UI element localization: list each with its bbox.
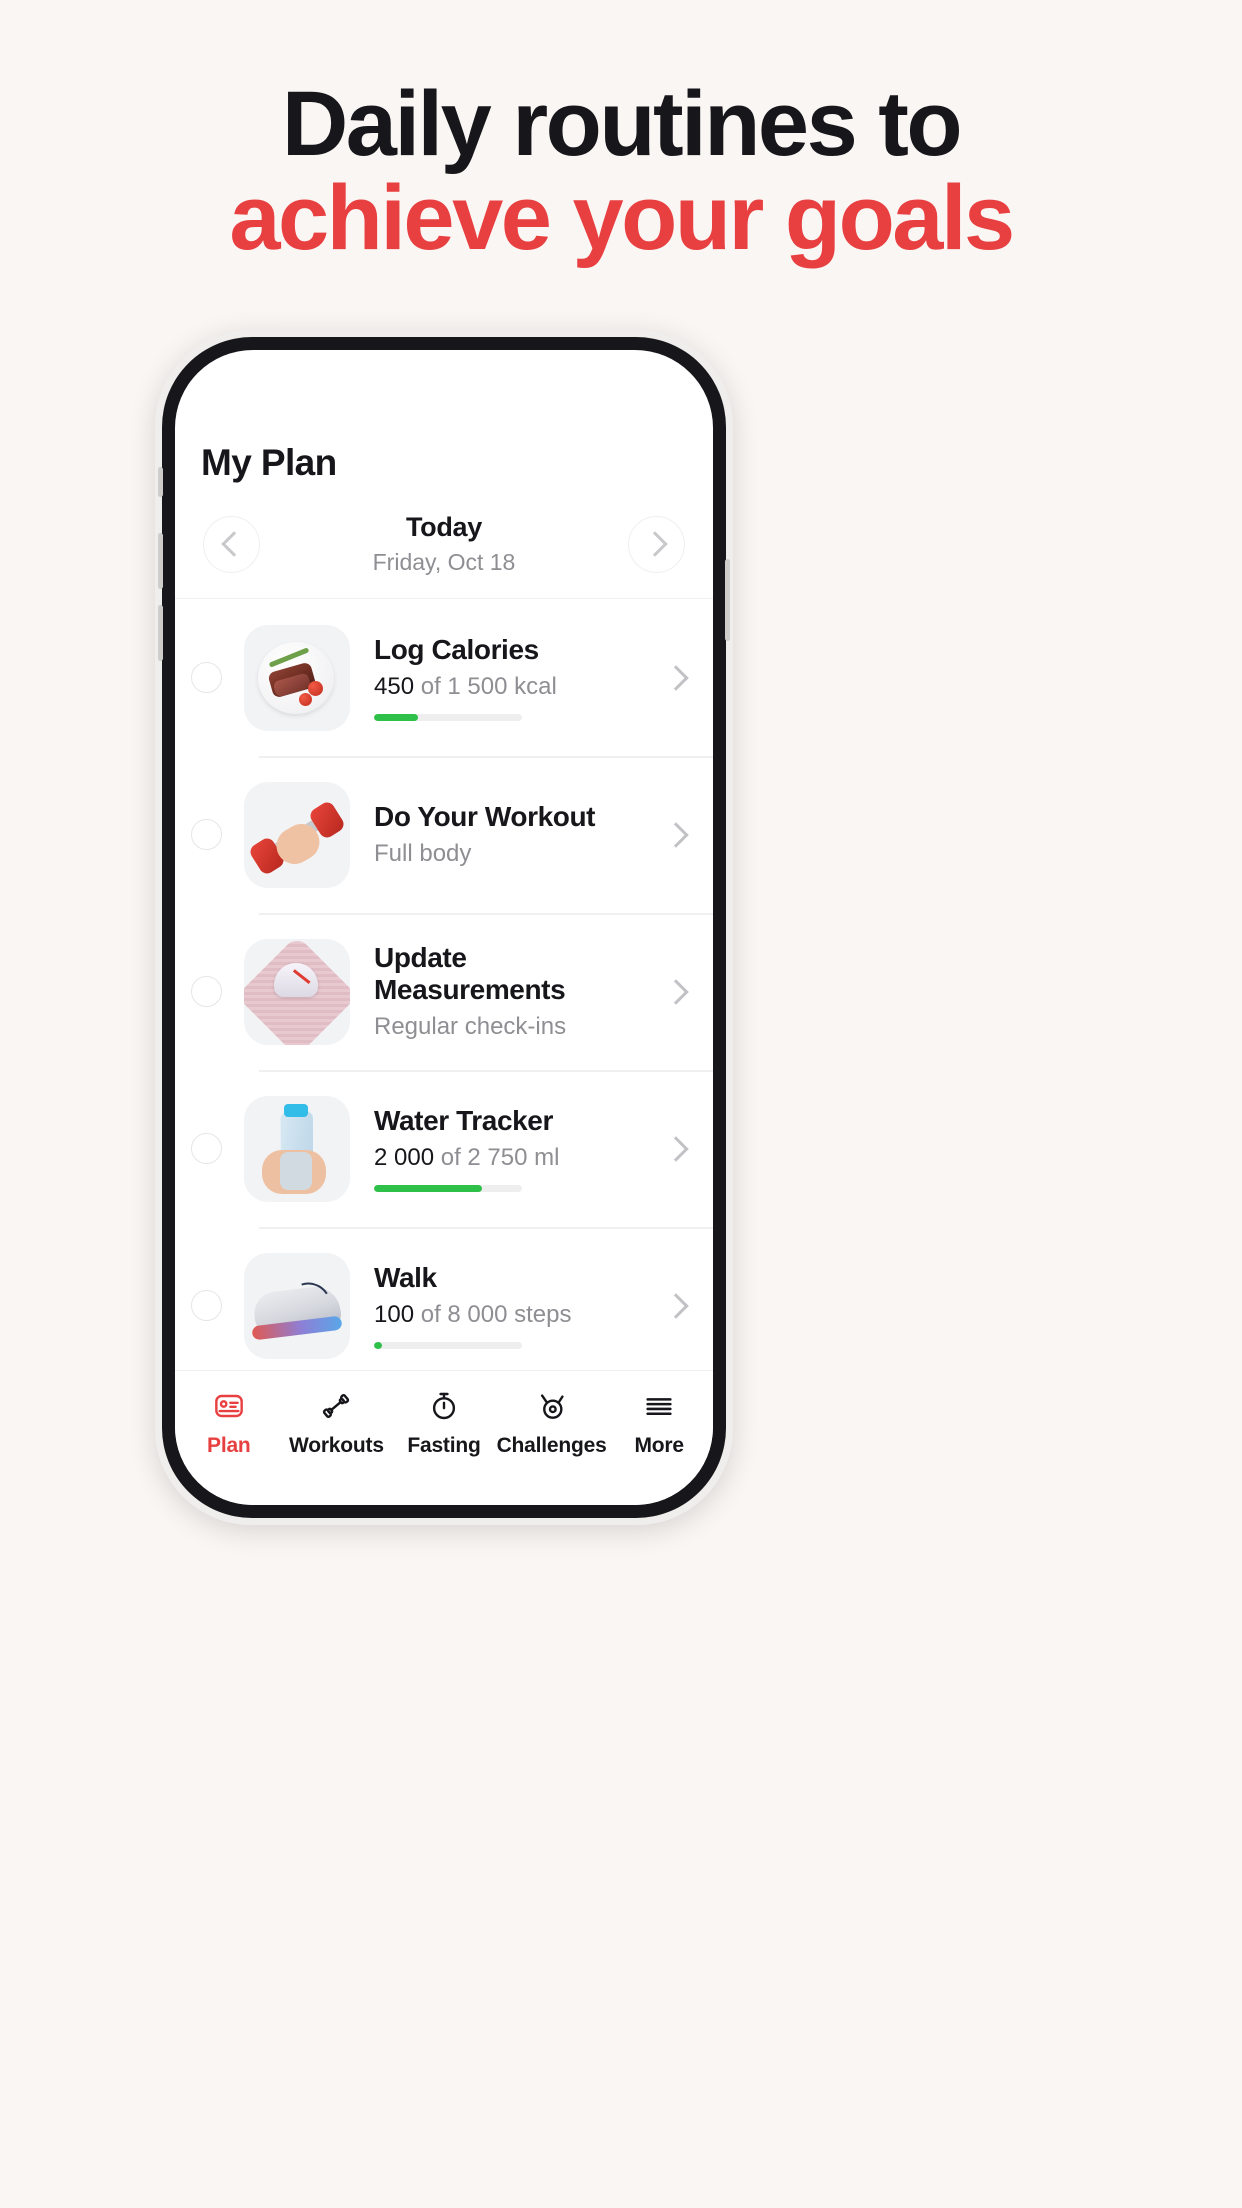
tab-challenges[interactable]: Challenges — [497, 1387, 607, 1458]
task-progress-bar — [374, 714, 522, 722]
task-title: Do Your Workout — [374, 800, 596, 832]
task-subtitle: 100 of 8 000 steps — [374, 1301, 651, 1329]
task-value: 100 — [374, 1301, 415, 1329]
task-row[interactable]: Water Tracker 2 000 of 2 750 ml — [175, 1070, 713, 1227]
chevron-right-icon[interactable] — [663, 1292, 689, 1319]
date-navigator: Today Friday, Oct 18 — [175, 484, 713, 598]
task-subtitle: Full body — [374, 840, 472, 868]
phone-power-button — [725, 559, 730, 641]
tab-plan[interactable]: Plan — [181, 1387, 277, 1458]
task-title: Log Calories — [374, 633, 539, 665]
task-value: 2 000 — [374, 1144, 435, 1172]
task-body: Do Your Workout Full body — [374, 801, 651, 868]
bottom-tab-bar: Plan Workouts Fasting Challenges More — [175, 1370, 713, 1505]
headline: Daily routines to achieve your goals — [0, 73, 1242, 269]
task-title: Water Tracker — [374, 1104, 553, 1136]
running-shoe-image — [244, 1252, 350, 1359]
tab-label: More — [634, 1434, 684, 1457]
task-checkbox[interactable] — [191, 819, 222, 850]
tab-label: Fasting — [407, 1434, 481, 1457]
task-row[interactable]: Do Your Workout Full body — [175, 756, 713, 913]
date-sublabel: Friday, Oct 18 — [372, 549, 516, 575]
task-progress-bar — [374, 1342, 522, 1350]
task-title: Update Measurements — [374, 941, 566, 1005]
task-body: Walk 100 of 8 000 steps — [374, 1261, 651, 1350]
task-body: Water Tracker 2 000 of 2 750 ml — [374, 1104, 651, 1193]
task-row[interactable]: Log Calories 450 of 1 500 kcal — [175, 599, 713, 756]
dumbbell-icon — [320, 1387, 352, 1425]
task-value-rest: of 1 500 kcal — [414, 673, 557, 701]
water-bottle-image — [244, 1095, 350, 1202]
medal-icon — [536, 1387, 568, 1425]
task-checkbox[interactable] — [191, 1133, 222, 1164]
tab-more[interactable]: More — [611, 1387, 707, 1458]
task-checkbox[interactable] — [191, 1290, 222, 1321]
tab-label: Plan — [207, 1434, 251, 1457]
task-progress-bar — [374, 1185, 522, 1193]
task-value-rest: of 2 750 ml — [434, 1144, 560, 1172]
task-checkbox[interactable] — [191, 976, 222, 1007]
chevron-right-icon[interactable] — [663, 1135, 689, 1162]
next-day-button[interactable] — [628, 515, 685, 573]
task-row[interactable]: Update Measurements Regular check-ins — [175, 913, 713, 1070]
current-date[interactable]: Today Friday, Oct 18 — [260, 512, 628, 576]
task-subtitle: Regular check-ins — [374, 1013, 567, 1041]
chevron-right-icon[interactable] — [663, 821, 689, 848]
dumbbell-hand-image — [244, 781, 350, 888]
page-title: My Plan — [201, 442, 337, 483]
date-label: Today — [405, 512, 482, 542]
chevron-left-icon — [220, 531, 247, 557]
task-title: Walk — [374, 1261, 437, 1293]
phone-bezel: My Plan Today Friday, Oct 18 Log Calorie… — [158, 337, 730, 1518]
tab-fasting[interactable]: Fasting — [396, 1387, 492, 1458]
task-subtitle: 2 000 of 2 750 ml — [374, 1144, 651, 1172]
task-body: Update Measurements Regular check-ins — [374, 942, 651, 1041]
phone-mockup: My Plan Today Friday, Oct 18 Log Calorie… — [155, 330, 733, 1525]
headline-line-1: Daily routines to — [281, 73, 963, 175]
app-header: My Plan — [175, 350, 713, 484]
task-value-rest: of 8 000 steps — [414, 1301, 572, 1329]
chevron-right-icon[interactable] — [663, 664, 689, 691]
tab-label: Workouts — [288, 1434, 384, 1457]
phone-silent-switch — [158, 467, 163, 497]
task-body: Log Calories 450 of 1 500 kcal — [374, 633, 651, 722]
chevron-right-icon[interactable] — [663, 978, 689, 1005]
tab-workouts[interactable]: Workouts — [288, 1387, 384, 1458]
task-row[interactable]: Walk 100 of 8 000 steps — [175, 1227, 713, 1370]
bathroom-scale-image — [244, 938, 350, 1045]
task-list: Log Calories 450 of 1 500 kcal Do Your W… — [175, 598, 713, 1370]
tab-label: Challenges — [496, 1434, 607, 1457]
phone-volume-up-button — [158, 533, 163, 589]
task-checkbox[interactable] — [191, 662, 222, 693]
phone-volume-down-button — [158, 605, 163, 661]
task-subtitle: 450 of 1 500 kcal — [374, 673, 651, 701]
phone-screen: My Plan Today Friday, Oct 18 Log Calorie… — [175, 350, 713, 1505]
plan-card-icon — [213, 1387, 245, 1425]
steak-plate-image — [244, 624, 350, 731]
headline-line-2: achieve your goals — [229, 166, 1015, 269]
hamburger-icon — [643, 1387, 675, 1425]
task-value: 450 — [374, 673, 415, 701]
prev-day-button[interactable] — [203, 515, 260, 573]
chevron-right-icon — [641, 531, 668, 557]
stopwatch-icon — [428, 1387, 460, 1425]
